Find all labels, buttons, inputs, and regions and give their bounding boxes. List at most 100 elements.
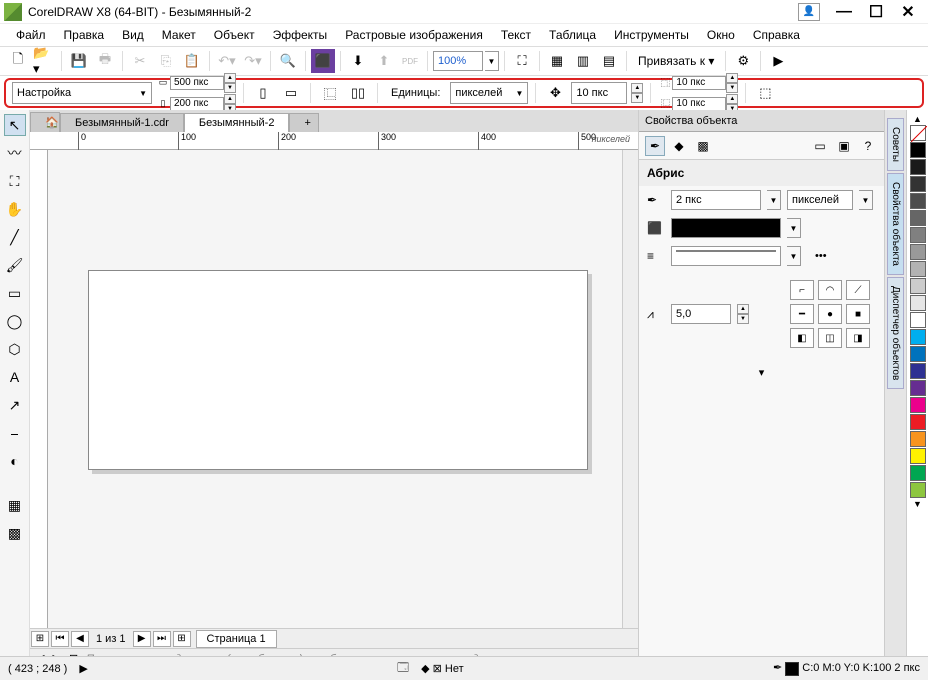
canvas[interactable] xyxy=(48,150,622,628)
pos-outside[interactable]: ◧ xyxy=(790,328,814,348)
all-pages-button[interactable]: ⿺ xyxy=(318,81,342,105)
freehand-tool[interactable]: ╱ xyxy=(4,226,26,248)
menu-layout[interactable]: Макет xyxy=(154,26,204,44)
color-swatch[interactable] xyxy=(910,431,926,447)
color-swatch[interactable] xyxy=(910,227,926,243)
page-preset-combo[interactable]: Настройка ▼ xyxy=(12,82,152,104)
outline-color-dd[interactable]: ▼ xyxy=(787,218,801,238)
menu-help[interactable]: Справка xyxy=(745,26,808,44)
dimension-tool[interactable]: ↗ xyxy=(4,394,26,416)
no-color-swatch[interactable] xyxy=(910,125,926,141)
outline-section-icon[interactable]: ✒ xyxy=(645,136,665,156)
home-tab[interactable]: 🏠 xyxy=(30,112,60,132)
units-combo[interactable]: пикселей ▼ xyxy=(450,82,528,104)
cut-button[interactable]: ✂ xyxy=(128,49,152,73)
nudge-input[interactable] xyxy=(571,82,627,104)
menu-edit[interactable]: Правка xyxy=(56,26,113,44)
help-icon[interactable]: ? xyxy=(858,136,878,156)
line-style-picker[interactable] xyxy=(671,246,781,266)
corner-bevel[interactable]: ⟋ xyxy=(846,280,870,300)
export-as-button[interactable]: ⬆ xyxy=(372,49,396,73)
menu-object[interactable]: Объект xyxy=(206,26,263,44)
outline-units-input[interactable] xyxy=(787,190,853,210)
object-manager-tab[interactable]: Диспетчер объектов xyxy=(887,277,904,389)
search-button[interactable]: 🔍 xyxy=(276,49,300,73)
eyedropper-tool[interactable]: ▩ xyxy=(4,522,26,544)
color-swatch[interactable] xyxy=(910,176,926,192)
palette-up[interactable]: ▲ xyxy=(913,114,922,124)
color-swatch[interactable] xyxy=(910,380,926,396)
close-button[interactable]: ✕ xyxy=(892,2,924,22)
corner-miter[interactable]: ⌐ xyxy=(790,280,814,300)
palette-down[interactable]: ▼ xyxy=(913,499,922,509)
cap-round[interactable]: ● xyxy=(818,304,842,324)
color-swatch[interactable] xyxy=(910,210,926,226)
dup-y-input[interactable] xyxy=(672,97,726,111)
pos-center[interactable]: ◫ xyxy=(818,328,842,348)
snap-to-label[interactable]: Привязать к ▾ xyxy=(632,54,720,68)
menu-view[interactable]: Вид xyxy=(114,26,152,44)
color-swatch[interactable] xyxy=(910,363,926,379)
color-swatch[interactable] xyxy=(910,295,926,311)
maximize-button[interactable]: ☐ xyxy=(860,2,892,22)
nudge-up[interactable]: ▲ xyxy=(631,83,643,93)
grid-button[interactable]: ▥ xyxy=(571,49,595,73)
lock-icon[interactable]: ▭ xyxy=(810,136,830,156)
connector-tool[interactable]: ⎯ xyxy=(4,422,26,444)
menu-effects[interactable]: Эффекты xyxy=(265,26,336,44)
page[interactable] xyxy=(88,270,588,470)
menu-table[interactable]: Таблица xyxy=(541,26,604,44)
expand-icon[interactable]: ▾ xyxy=(639,358,884,387)
fullscreen-button[interactable]: ⛶ xyxy=(510,49,534,73)
doc-tab-2[interactable]: Безымянный-2 xyxy=(184,113,290,132)
artistic-media-tool[interactable]: 🖌 xyxy=(4,254,26,276)
options-button[interactable]: ⚙ xyxy=(731,49,755,73)
fill-section-icon[interactable]: ◆ xyxy=(669,136,689,156)
crop-tool[interactable]: ⛶ xyxy=(4,170,26,192)
print-button[interactable]: 🖶 xyxy=(93,49,117,73)
zoom-input[interactable]: 100% xyxy=(433,51,483,71)
portrait-button[interactable]: ▯ xyxy=(251,81,275,105)
zoom-tool[interactable]: ✋ xyxy=(4,198,26,220)
menu-tools[interactable]: Инструменты xyxy=(606,26,697,44)
launch-button[interactable]: ▶ xyxy=(766,49,790,73)
shape-tool[interactable]: 〰 xyxy=(4,142,26,164)
dupx-down[interactable]: ▼ xyxy=(726,83,738,93)
user-account-button[interactable]: 👤 xyxy=(798,3,820,21)
pos-inside[interactable]: ◨ xyxy=(846,328,870,348)
menu-window[interactable]: Окно xyxy=(699,26,743,44)
doc-tab-1[interactable]: Безымянный-1.cdr xyxy=(60,113,184,132)
color-swatch[interactable] xyxy=(910,465,926,481)
color-swatch[interactable] xyxy=(910,414,926,430)
color-swatch[interactable] xyxy=(910,329,926,345)
color-swatch[interactable] xyxy=(910,278,926,294)
color-swatch[interactable] xyxy=(910,448,926,464)
color-swatch[interactable] xyxy=(910,193,926,209)
page-last-button[interactable]: ⏭ xyxy=(153,631,171,647)
polygon-tool[interactable]: ⬡ xyxy=(4,338,26,360)
dupx-up[interactable]: ▲ xyxy=(726,73,738,83)
new-tab-button[interactable]: + xyxy=(289,113,319,132)
dup-x-input[interactable] xyxy=(672,76,726,90)
export-button[interactable]: ⬇ xyxy=(346,49,370,73)
page-tab-1[interactable]: Страница 1 xyxy=(196,630,277,648)
page-add-button[interactable]: ⊞ xyxy=(31,631,49,647)
fill-indicator[interactable]: ◆ ⊠ Нет xyxy=(421,662,464,675)
landscape-button[interactable]: ▭ xyxy=(279,81,303,105)
cap-square[interactable]: ■ xyxy=(846,304,870,324)
outline-color-picker[interactable] xyxy=(671,218,781,238)
pick-tool[interactable]: ↖ xyxy=(4,114,26,136)
outline-indicator[interactable]: ✒ C:0 M:0 Y:0 K:100 2 пкс xyxy=(773,661,920,675)
detach-icon[interactable]: ▣ xyxy=(834,136,854,156)
scrollbar-horizontal[interactable] xyxy=(287,633,638,645)
outline-width-input[interactable] xyxy=(671,190,761,210)
page-next-button[interactable]: ▶ xyxy=(133,631,151,647)
line-style-more[interactable]: ••• xyxy=(815,250,827,262)
color-swatch[interactable] xyxy=(910,261,926,277)
guidelines-button[interactable]: ▤ xyxy=(597,49,621,73)
miter-input[interactable] xyxy=(671,304,731,324)
redo-button[interactable]: ↷▾ xyxy=(241,49,265,73)
pdf-button[interactable]: PDF xyxy=(398,49,422,73)
page-add-after-button[interactable]: ⊞ xyxy=(173,631,191,647)
ellipse-tool[interactable]: ◯ xyxy=(4,310,26,332)
